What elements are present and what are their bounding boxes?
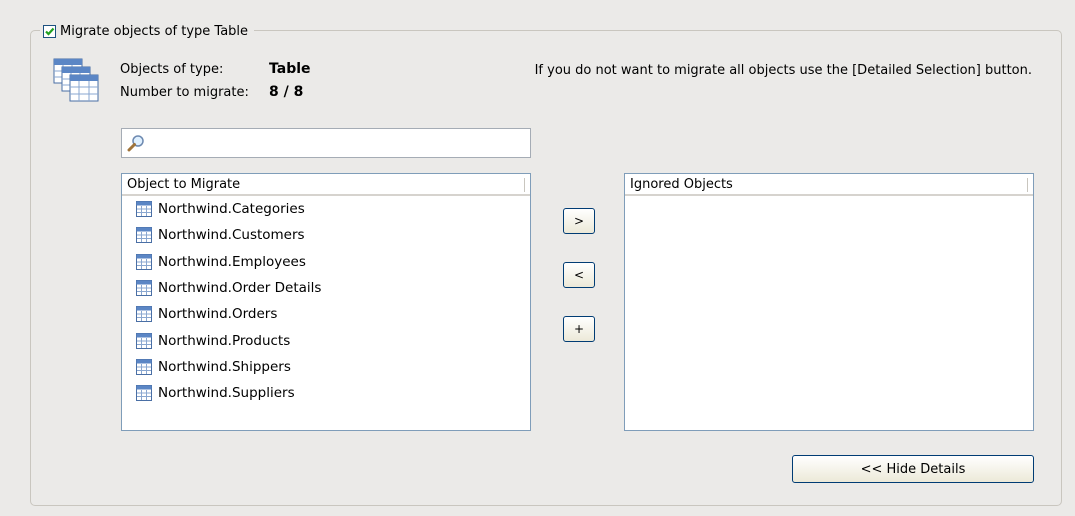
move-left-button[interactable]: <: [563, 262, 595, 288]
table-icon: [136, 306, 152, 323]
group-title[interactable]: Migrate objects of type Table: [40, 21, 255, 41]
list-item-label: Northwind.Suppliers: [158, 385, 295, 402]
table-icon: [136, 332, 152, 349]
move-right-button[interactable]: >: [563, 208, 595, 234]
list-item[interactable]: Northwind.Orders: [122, 301, 530, 327]
search-icon: [127, 135, 144, 152]
list-item-label: Northwind.Categories: [158, 201, 305, 218]
list-item-label: Northwind.Products: [158, 332, 291, 349]
add-button[interactable]: +: [563, 316, 595, 342]
hide-details-button[interactable]: << Hide Details: [792, 455, 1034, 483]
ignored-list-header[interactable]: Ignored Objects: [625, 174, 1033, 196]
migrate-list[interactable]: Object to Migrate Northwind.Categories No…: [121, 173, 531, 431]
list-item-label: Northwind.Employees: [158, 253, 306, 270]
list-item-label: Northwind.Customers: [158, 227, 305, 244]
number-to-migrate-label: Number to migrate:: [120, 85, 249, 100]
table-icon: [136, 280, 152, 297]
objects-type-value: Table: [269, 61, 311, 77]
table-icon: [136, 358, 152, 375]
list-item[interactable]: Northwind.Employees: [122, 249, 530, 275]
list-item[interactable]: Northwind.Categories: [122, 196, 530, 222]
table-icon: [136, 227, 152, 244]
ignored-list-header-label: Ignored Objects: [630, 177, 733, 192]
list-item-label: Northwind.Order Details: [158, 280, 322, 297]
objects-type-label: Objects of type:: [120, 62, 224, 77]
list-item-label: Northwind.Orders: [158, 306, 278, 323]
migrate-list-items: Northwind.Categories Northwind.Customers N…: [122, 196, 530, 406]
list-item[interactable]: Northwind.Products: [122, 327, 530, 353]
table-icon: [136, 385, 152, 402]
number-to-migrate-value: 8 / 8: [269, 84, 304, 100]
column-separator[interactable]: [524, 178, 525, 192]
list-item[interactable]: Northwind.Order Details: [122, 275, 530, 301]
ignored-list[interactable]: Ignored Objects: [624, 173, 1034, 431]
list-item[interactable]: Northwind.Customers: [122, 222, 530, 248]
list-item[interactable]: Northwind.Shippers: [122, 354, 530, 380]
migrate-checkbox[interactable]: [43, 24, 56, 38]
search-input[interactable]: [150, 132, 524, 156]
migrate-list-header-label: Object to Migrate: [127, 177, 241, 192]
tables-icon: [53, 58, 99, 102]
list-item[interactable]: Northwind.Suppliers: [122, 380, 530, 406]
table-icon: [136, 201, 152, 218]
list-item-label: Northwind.Shippers: [158, 358, 291, 375]
column-separator[interactable]: [1027, 178, 1028, 192]
table-icon: [136, 253, 152, 270]
group-title-label: Migrate objects of type Table: [60, 23, 249, 39]
detailed-selection-hint: If you do not want to migrate all object…: [534, 63, 1032, 78]
migrate-list-header[interactable]: Object to Migrate: [122, 174, 530, 196]
checkmark-icon: [45, 27, 55, 36]
search-box[interactable]: [121, 128, 531, 158]
